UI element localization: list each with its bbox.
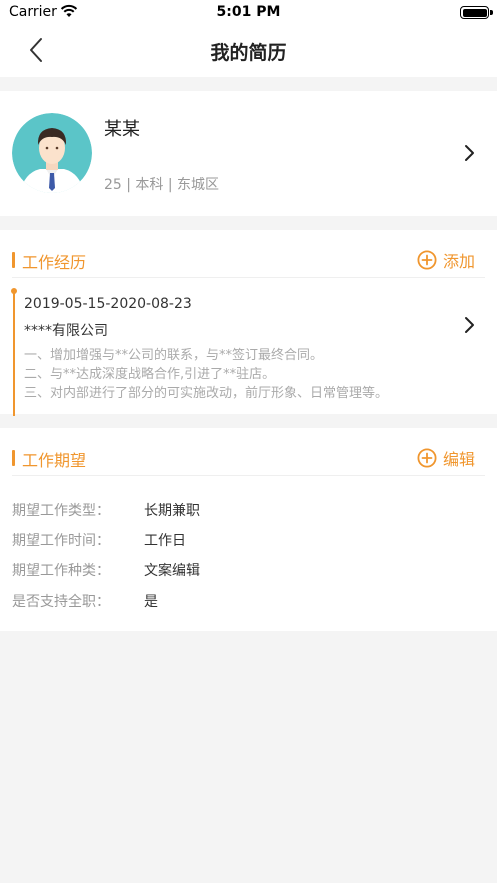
expectation-value: 文案编辑 [144,563,200,579]
divider [12,475,485,476]
expectation-label: 期望工作种类： [12,563,110,579]
nav-bar: 我的简历 [0,26,497,77]
edit-expectations-button[interactable]: 编辑 [417,446,475,470]
profile-card[interactable]: 某某 25 | 本科 | 东城区 [0,91,497,216]
status-time: 5:01 PM [216,4,281,20]
work-experience-header: 工作经历 添加 [0,230,497,279]
plus-circle-icon [417,250,437,270]
status-bar: Carrier 5:01 PM [0,0,497,26]
section-title: 工作经历 [22,253,87,272]
battery-tip [490,10,493,15]
chevron-right-icon [465,145,474,161]
expectation-value: 工作日 [144,533,186,549]
expectation-label: 期望工作时间： [12,533,110,549]
work-experience-section: 工作经历 添加 2019-05-15-2020-08-23 ****有限公司 一… [0,230,497,416]
experience-company: ****有限公司 [24,323,108,339]
expectation-label: 期望工作类型： [12,503,110,519]
description-line: 一、增加增强与**公司的联系，与**签订最终合同。 [24,348,324,363]
section-accent-bar [12,252,15,268]
job-expectations-section: 工作期望 编辑 期望工作类型： 长期兼职 期望工作时间： 工作日 期望工作种类：… [0,428,497,631]
battery-icon [460,6,489,19]
profile-name: 某某 [104,119,140,140]
expectation-value: 长期兼职 [144,503,200,519]
edit-button-label: 编辑 [442,450,475,469]
avatar [12,113,92,193]
description-line: 三、对内部进行了部分的可实施改动，前厅形象、日常管理等。 [24,386,389,401]
section-title: 工作期望 [22,451,87,470]
divider [12,277,485,278]
profile-meta: 25 | 本科 | 东城区 [104,177,220,193]
experience-description: 一、增加增强与**公司的联系，与**签订最终合同。 二、与**达成深度战略合作,… [24,346,388,403]
timeline-line [13,290,15,416]
expectation-value: 是 [144,594,158,610]
chevron-right-icon [465,317,474,333]
experience-date: 2019-05-15-2020-08-23 [24,296,192,312]
timeline-dot [11,288,17,294]
page-title: 我的简历 [210,42,287,64]
section-accent-bar [12,450,15,466]
plus-circle-icon [417,448,437,468]
add-experience-button[interactable]: 添加 [417,248,475,272]
job-expectations-header: 工作期望 编辑 [0,428,497,477]
expectation-label: 是否支持全职： [12,594,110,610]
add-button-label: 添加 [442,252,475,271]
description-line: 二、与**达成深度战略合作,引进了**驻店。 [24,367,276,382]
